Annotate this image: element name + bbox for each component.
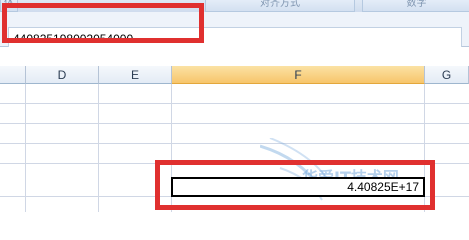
formula-highlight-box [2, 3, 204, 43]
column-header-c[interactable] [0, 66, 26, 84]
toolbar-gap [0, 47, 469, 67]
column-header-row: D E F G [0, 66, 469, 84]
column-header-f[interactable]: F [172, 66, 425, 84]
grid-line [0, 143, 469, 144]
ribbon-group-number[interactable]: 数字 [362, 0, 469, 12]
grid-line [0, 123, 469, 124]
grid-line [0, 103, 469, 104]
cell-highlight-box [155, 160, 435, 210]
column-header-e[interactable]: E [99, 66, 172, 84]
column-header-g[interactable]: G [425, 66, 469, 84]
column-header-d[interactable]: D [26, 66, 99, 84]
ribbon-group-alignment[interactable]: 对齐方式 [205, 0, 355, 12]
